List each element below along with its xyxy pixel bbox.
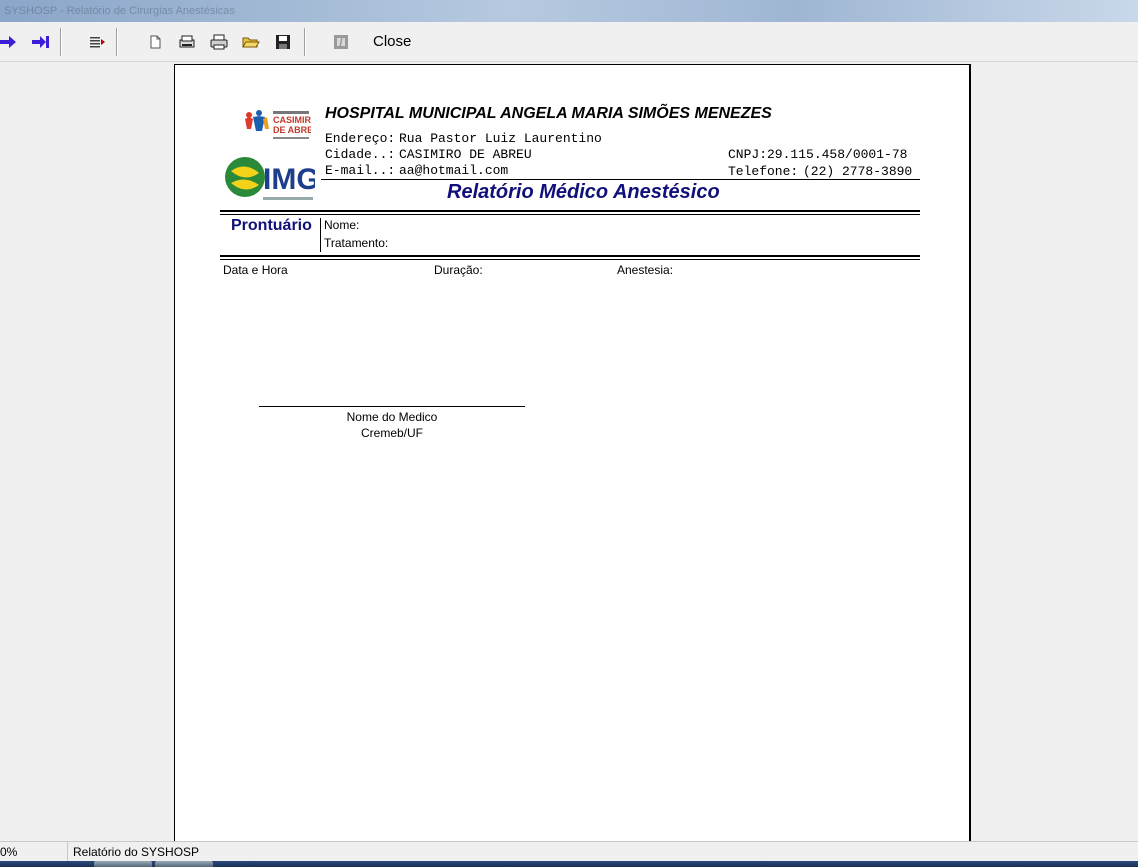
phone-value: (22) 2778-3890 <box>803 164 913 179</box>
email-label: E-mail..: <box>325 163 396 178</box>
svg-text:DE ABREU: DE ABREU <box>273 125 311 135</box>
address-value: Rua Pastor Luiz Laurentino <box>399 131 602 146</box>
img-logo: IMG <box>223 151 320 207</box>
close-button[interactable]: Close <box>367 32 417 52</box>
name-label: Nome: <box>324 218 360 232</box>
column-header-anesthesia: Anestesia: <box>617 263 674 277</box>
report-title: Relatório Médico Anestésico <box>447 181 720 203</box>
doctor-registration-label: Cremeb/UF <box>360 426 423 440</box>
print-button[interactable] <box>208 30 230 54</box>
toolbar-separator <box>116 28 118 56</box>
prontuario-label: Prontuário <box>231 217 312 234</box>
print-setup-button[interactable] <box>176 30 198 54</box>
window-titlebar: SYSHOSP - Relatório de Cirurgias Anestés… <box>0 0 1138 22</box>
column-header-datetime: Data e Hora <box>223 263 288 277</box>
hospital-name: HOSPITAL MUNICIPAL ANGELA MARIA SIMÕES M… <box>325 105 772 122</box>
close-button-label: Close <box>373 33 412 50</box>
double-rule-bottom <box>220 255 920 257</box>
save-disk-icon <box>276 35 290 49</box>
double-rule-top <box>220 210 920 212</box>
print-setup-icon <box>179 35 195 48</box>
status-bar: 0% Relatório do SYSHOSP <box>0 841 1138 862</box>
signature-line <box>259 406 525 407</box>
toolbar-separator <box>304 28 306 56</box>
whole-page-icon <box>150 35 161 49</box>
prontuario-divider <box>320 218 321 252</box>
doctor-name-label: Nome do Medico <box>346 410 438 424</box>
report-preview-area[interactable]: CASIMIRO DE ABREU IMG HOSPITAL MUNICIPAL… <box>0 62 1138 841</box>
stop-button[interactable] <box>330 30 352 54</box>
open-folder-icon <box>242 37 260 48</box>
page-width-icon <box>90 37 105 48</box>
windows-taskbar <box>0 861 1138 867</box>
casimiro-de-abreu-logo: CASIMIRO DE ABREU <box>241 107 320 147</box>
svg-text:CASIMIRO: CASIMIRO <box>273 115 311 125</box>
treatment-label: Tratamento: <box>324 236 389 250</box>
phone-label: Telefone: <box>728 164 799 179</box>
status-zoom: 0% <box>0 842 68 862</box>
toolbar-separator <box>60 28 62 56</box>
double-rule-bottom-2 <box>220 259 920 260</box>
window-title: SYSHOSP - Relatório de Cirurgias Anestés… <box>4 5 235 17</box>
disabled-stop-icon <box>334 35 348 49</box>
svg-text:IMG: IMG <box>263 163 315 196</box>
city-value: CASIMIRO DE ABREU <box>399 147 532 162</box>
whole-page-button[interactable] <box>144 30 166 54</box>
status-message: Relatório do SYSHOSP <box>73 845 200 859</box>
save-button[interactable] <box>272 30 294 54</box>
next-page-button[interactable] <box>0 30 18 54</box>
city-label: Cidade..: <box>325 147 396 162</box>
taskbar-button[interactable] <box>94 861 152 867</box>
column-header-duration: Duração: <box>434 263 483 277</box>
open-button[interactable] <box>240 30 262 54</box>
report-toolbar: Close <box>0 22 1138 62</box>
last-page-button[interactable] <box>30 30 52 54</box>
report-page: CASIMIRO DE ABREU IMG HOSPITAL MUNICIPAL… <box>174 64 971 841</box>
taskbar-button[interactable] <box>155 861 213 867</box>
cnpj-value: CNPJ:29.115.458/0001-78 <box>728 147 908 162</box>
last-page-arrow-icon <box>32 36 49 48</box>
email-value: aa@hotmail.com <box>399 163 509 178</box>
page-width-button[interactable] <box>86 30 108 54</box>
next-page-arrow-icon <box>0 36 16 48</box>
address-label: Endereço: <box>325 131 396 146</box>
header-rule <box>321 179 920 180</box>
printer-icon <box>210 34 228 50</box>
double-rule-top-2 <box>220 214 920 215</box>
